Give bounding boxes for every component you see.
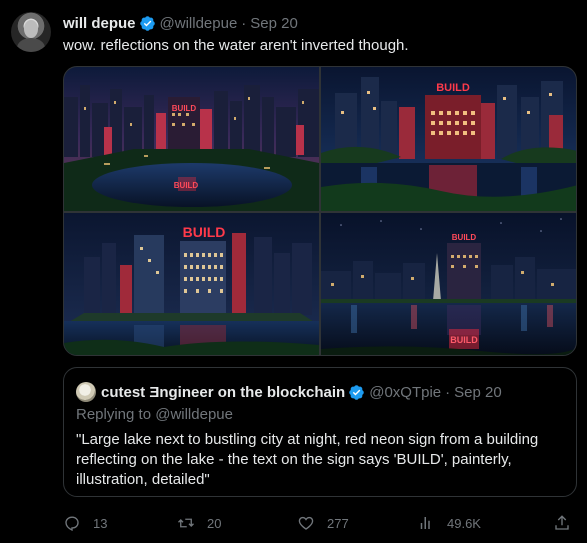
- like-count: 277: [327, 515, 349, 531]
- quoted-author-name[interactable]: cutest Ǝngineer on the blockchain: [101, 384, 345, 401]
- retweet-button[interactable]: 20: [177, 511, 221, 535]
- neon-sign-text: BUILD: [183, 224, 226, 240]
- analytics-icon: [420, 517, 430, 529]
- media-image-1[interactable]: BUILD BUILD: [64, 67, 319, 211]
- heart-icon: [298, 516, 314, 530]
- view-count: 49.6K: [447, 515, 481, 531]
- media-image-2-art: BUILD: [321, 67, 576, 211]
- verified-badge-icon: [349, 384, 364, 400]
- tweet-header: will depue @willdepue · Sep 20: [63, 13, 298, 33]
- quoted-author-handle[interactable]: @0xQTpie: [369, 384, 441, 401]
- header-separator: ·: [241, 14, 247, 32]
- reply-count: 13: [93, 515, 108, 531]
- avatar-face: [24, 20, 38, 38]
- retweet-icon: [178, 518, 194, 528]
- media-image-4-art: BUILD BUILD: [321, 213, 576, 355]
- tweet-date[interactable]: Sep 20: [250, 15, 298, 32]
- share-icon: [555, 515, 569, 530]
- neon-sign-text: BUILD: [452, 233, 477, 242]
- quoted-author-avatar[interactable]: [76, 382, 96, 402]
- media-image-4[interactable]: BUILD BUILD: [321, 213, 576, 355]
- verified-badge-icon: [139, 15, 155, 31]
- like-button[interactable]: 277: [297, 511, 349, 535]
- neon-sign-text: BUILD: [172, 104, 197, 113]
- media-image-3-art: BUILD: [64, 213, 319, 355]
- author-name[interactable]: will depue: [63, 15, 136, 32]
- reply-button[interactable]: 13: [63, 511, 107, 535]
- media-image-2[interactable]: BUILD: [321, 67, 576, 211]
- media-grid: BUILD BUILD BUILD BUILD BUILD BUILD: [63, 66, 577, 356]
- avatar-shoulders: [17, 38, 45, 52]
- neon-sign-text: BUILD: [436, 82, 470, 94]
- quoted-tweet-date[interactable]: Sep 20: [454, 384, 502, 401]
- quoted-tweet-header: cutest Ǝngineer on the blockchain @0xQTp…: [101, 382, 502, 402]
- media-image-3[interactable]: BUILD: [64, 213, 319, 355]
- sign-reflection-text: BUILD: [450, 335, 478, 345]
- action-bar: 13 20 277 49.6K: [63, 511, 577, 535]
- tweet-text: wow. reflections on the water aren't inv…: [63, 37, 409, 54]
- sign-reflection-text: BUILD: [174, 181, 199, 190]
- replying-to[interactable]: Replying to @willdepue: [76, 406, 233, 423]
- reply-icon: [65, 516, 79, 532]
- tweet[interactable]: will depue @willdepue · Sep 20 wow. refl…: [0, 0, 587, 543]
- quoted-header-separator: ·: [445, 383, 451, 401]
- quoted-tweet-text: "Large lake next to bustling city at nig…: [76, 431, 539, 488]
- author-avatar[interactable]: [11, 12, 51, 52]
- retweet-count: 20: [207, 515, 222, 531]
- share-button[interactable]: [553, 511, 571, 535]
- author-handle[interactable]: @willdepue: [160, 15, 238, 32]
- views-button[interactable]: 49.6K: [417, 511, 481, 535]
- media-image-1-art: BUILD BUILD: [64, 67, 319, 211]
- quoted-tweet[interactable]: cutest Ǝngineer on the blockchain @0xQTp…: [63, 367, 577, 497]
